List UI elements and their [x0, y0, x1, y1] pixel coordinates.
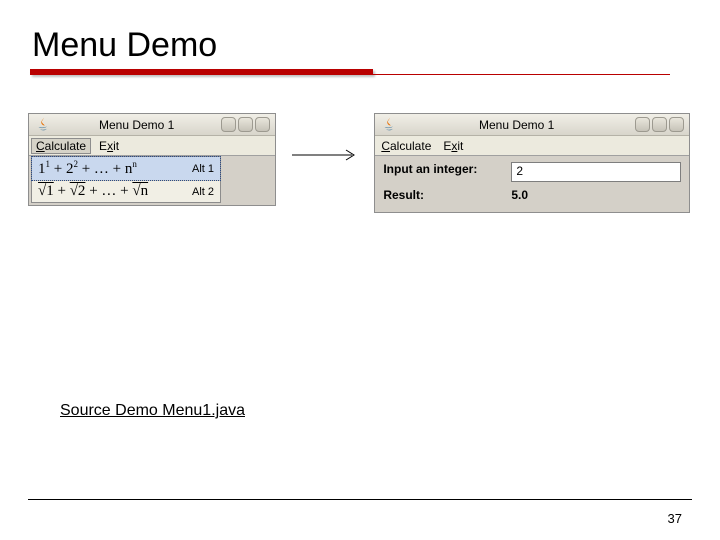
formula-powers: 11 + 22 + … + nn: [38, 159, 137, 178]
integer-input[interactable]: 2: [511, 162, 681, 182]
slide-title: Menu Demo: [32, 26, 690, 65]
menuitem-alt2[interactable]: √1 + √2 + … + √n Alt 2: [32, 180, 220, 202]
java-cup-icon: [34, 116, 52, 134]
menubar-right: Calculate Exit: [375, 136, 689, 156]
minimize-icon[interactable]: [635, 117, 650, 132]
result-value: 5.0: [511, 188, 681, 202]
figures-row: Menu Demo 1 Calculate Exit 11 + 22 + … +…: [28, 113, 690, 213]
arrow-icon: [290, 147, 360, 168]
window-title-right: Menu Demo 1: [404, 118, 629, 132]
close-icon[interactable]: [669, 117, 684, 132]
titlebar-right: Menu Demo 1: [375, 114, 689, 136]
window-buttons-left: [221, 117, 270, 132]
title-rule-thin: [30, 74, 670, 75]
page-number: 37: [668, 511, 682, 526]
maximize-icon[interactable]: [652, 117, 667, 132]
titlebar-left: Menu Demo 1: [29, 114, 275, 136]
source-link[interactable]: Source Demo Menu1.java: [60, 402, 245, 420]
window-buttons-right: [635, 117, 684, 132]
input-label: Input an integer:: [383, 162, 503, 182]
java-cup-icon: [380, 116, 398, 134]
window-left: Menu Demo 1 Calculate Exit 11 + 22 + … +…: [28, 113, 276, 206]
footer-rule: [28, 499, 692, 500]
menu-exit-right[interactable]: Exit: [443, 139, 463, 153]
calculate-dropdown: 11 + 22 + … + nn Alt 1 √1 + √2 + … + √n …: [31, 156, 221, 203]
formula-roots: √1 + √2 + … + √n: [38, 183, 148, 200]
window-right: Menu Demo 1 Calculate Exit Input an inte…: [374, 113, 690, 213]
result-label: Result:: [383, 188, 503, 202]
accel-alt1: Alt 1: [192, 163, 214, 175]
menu-calculate-left[interactable]: Calculate: [31, 138, 91, 154]
minimize-icon[interactable]: [221, 117, 236, 132]
menu-calculate-right[interactable]: Calculate: [381, 139, 431, 153]
menuitem-alt1[interactable]: 11 + 22 + … + nn Alt 1: [32, 157, 220, 180]
maximize-icon[interactable]: [238, 117, 253, 132]
menubar-left: Calculate Exit: [29, 136, 275, 156]
window-body-right: Input an integer: 2 Result: 5.0: [375, 156, 689, 212]
menu-exit-left[interactable]: Exit: [99, 139, 119, 153]
accel-alt2: Alt 2: [192, 186, 214, 198]
close-icon[interactable]: [255, 117, 270, 132]
window-title-left: Menu Demo 1: [58, 118, 215, 132]
